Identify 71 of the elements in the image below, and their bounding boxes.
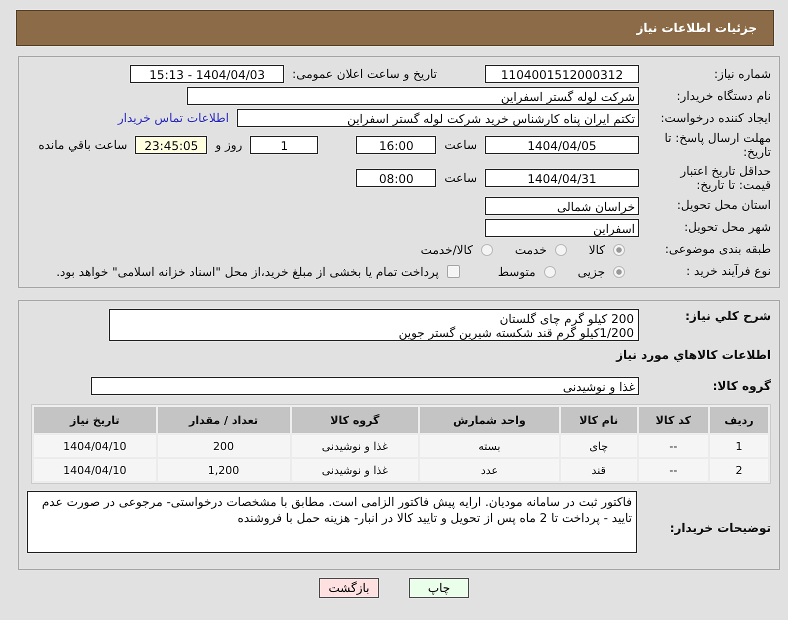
field-label: نام دستگاه خریدار: [676, 88, 771, 104]
table-cell: عدد [420, 459, 559, 481]
radio-label: خدمت [514, 242, 547, 257]
table-cell: قند [560, 459, 637, 481]
print-button[interactable]: چاپ [409, 578, 469, 598]
table-cell: 2 [710, 459, 768, 481]
field-label: شرح كلي نياز: [684, 309, 771, 324]
column-header: تاریخ نیاز [34, 407, 156, 433]
table-cell: غذا و نوشیدنی [292, 459, 418, 481]
field-label: حداقل تاریخ اعتبار قیمت: تا تاریخ: [678, 164, 771, 193]
field-label: شماره نیاز: [713, 66, 771, 82]
column-header: گروه کالا [292, 407, 418, 433]
deadline-date-field: 1404/04/05 [485, 136, 639, 154]
radio-button[interactable] [544, 266, 556, 278]
field-label: طبقه بندی موضوعی: [664, 242, 771, 257]
radio-button[interactable] [554, 244, 567, 256]
contact-link[interactable]: اطلاعات تماس خریدار [118, 111, 229, 125]
validity-date-field: 1404/04/31 [485, 169, 639, 188]
table-cell: 1404/04/10 [34, 459, 156, 481]
radio-button[interactable] [613, 266, 625, 278]
field-label: شهر محل تحویل: [683, 220, 771, 235]
time-label: ساعت [444, 171, 477, 186]
validity-time-field: 08:00 [356, 169, 436, 188]
radio-label: جزیی [578, 264, 605, 279]
province-field: خراسان شمالی [485, 196, 639, 215]
announce-date-field: 1404/04/03 - 15:13 [130, 65, 284, 83]
table-cell: چای [560, 435, 637, 457]
table-cell: 1,200 [158, 459, 290, 481]
field-label: تاریخ و ساعت اعلان عمومی: [292, 67, 437, 81]
days-label: روز و [215, 138, 242, 152]
time-label: ساعت [444, 138, 477, 152]
description-line: 1/200کیلو گرم قند شکسته شیرین گستر جوین [398, 326, 634, 340]
column-header: نام کالا [560, 407, 637, 433]
table-cell: -- [638, 459, 708, 481]
remaining-label: ساعت باقي مانده [38, 138, 128, 152]
table-cell: 1 [710, 435, 768, 457]
creator-field: تکتم ایران پناه کارشناس خرید شرکت لوله گستر اسفراین [237, 109, 639, 127]
city-field: اسفراین [485, 218, 639, 237]
remaining-time-field: 23:45:05 [135, 136, 208, 154]
table-cell: 200 [158, 435, 290, 457]
field-label: استان محل تحویل: [676, 198, 771, 213]
days-field: 1 [250, 136, 318, 154]
column-header: تعداد / مقدار [158, 407, 290, 433]
column-header: کد کالا [638, 407, 708, 433]
buyer-notes-box: فاکتور ثبت در سامانه مودیان. ارایه پیش فاکتور الزامی است. مطابق با مشخصات درخواستی- مرجوعی در صورت عدم تایید - پرداخت تا 2 ماه پس از تحویل و تایید کالا در انبار- هزینه حمل با فروشنده [27, 491, 637, 553]
field-label: توضیحات خریدار: [668, 521, 771, 536]
field-label: گروه کالا: [712, 378, 771, 394]
page-title: جزئیات اطلاعات نیاز [636, 21, 757, 35]
deadline-time-field: 16:00 [356, 136, 436, 154]
table-cell: 1404/04/10 [34, 435, 156, 457]
field-label: ایجاد کننده درخواست: [659, 110, 771, 126]
goods-group-field: غذا و نوشیدنی [91, 377, 639, 395]
description-line: 200 کیلو گرم چای گلستان [498, 312, 634, 326]
column-header: ردیف [710, 407, 768, 433]
field-label: نوع فرآیند خرید : [685, 264, 771, 279]
need-number-field: 1104001512000312 [485, 65, 639, 83]
buyer-org-field: شرکت لوله گستر اسفراین [187, 87, 639, 105]
radio-button[interactable] [480, 244, 493, 256]
back-button[interactable]: بازگشت [319, 578, 379, 598]
table-cell: بسته [420, 435, 559, 457]
checkbox-label: پرداخت تمام یا بخشی از مبلغ خرید،از محل "اسناد خزانه اسلامی" خواهد بود. [56, 264, 439, 279]
radio-label: کالا/خدمت [420, 242, 473, 257]
radio-label: کالا [588, 242, 605, 257]
section-title: اطلاعات كالاهاي مورد نياز [616, 348, 771, 362]
radio-button[interactable] [613, 244, 625, 256]
radio-label: متوسط [498, 264, 536, 279]
field-label: مهلت ارسال پاسخ: تا تاریخ: [663, 131, 771, 160]
column-header: واحد شمارش [420, 407, 559, 433]
checkbox[interactable] [446, 265, 460, 278]
table-cell: غذا و نوشیدنی [292, 435, 418, 457]
table-cell: -- [638, 435, 708, 457]
